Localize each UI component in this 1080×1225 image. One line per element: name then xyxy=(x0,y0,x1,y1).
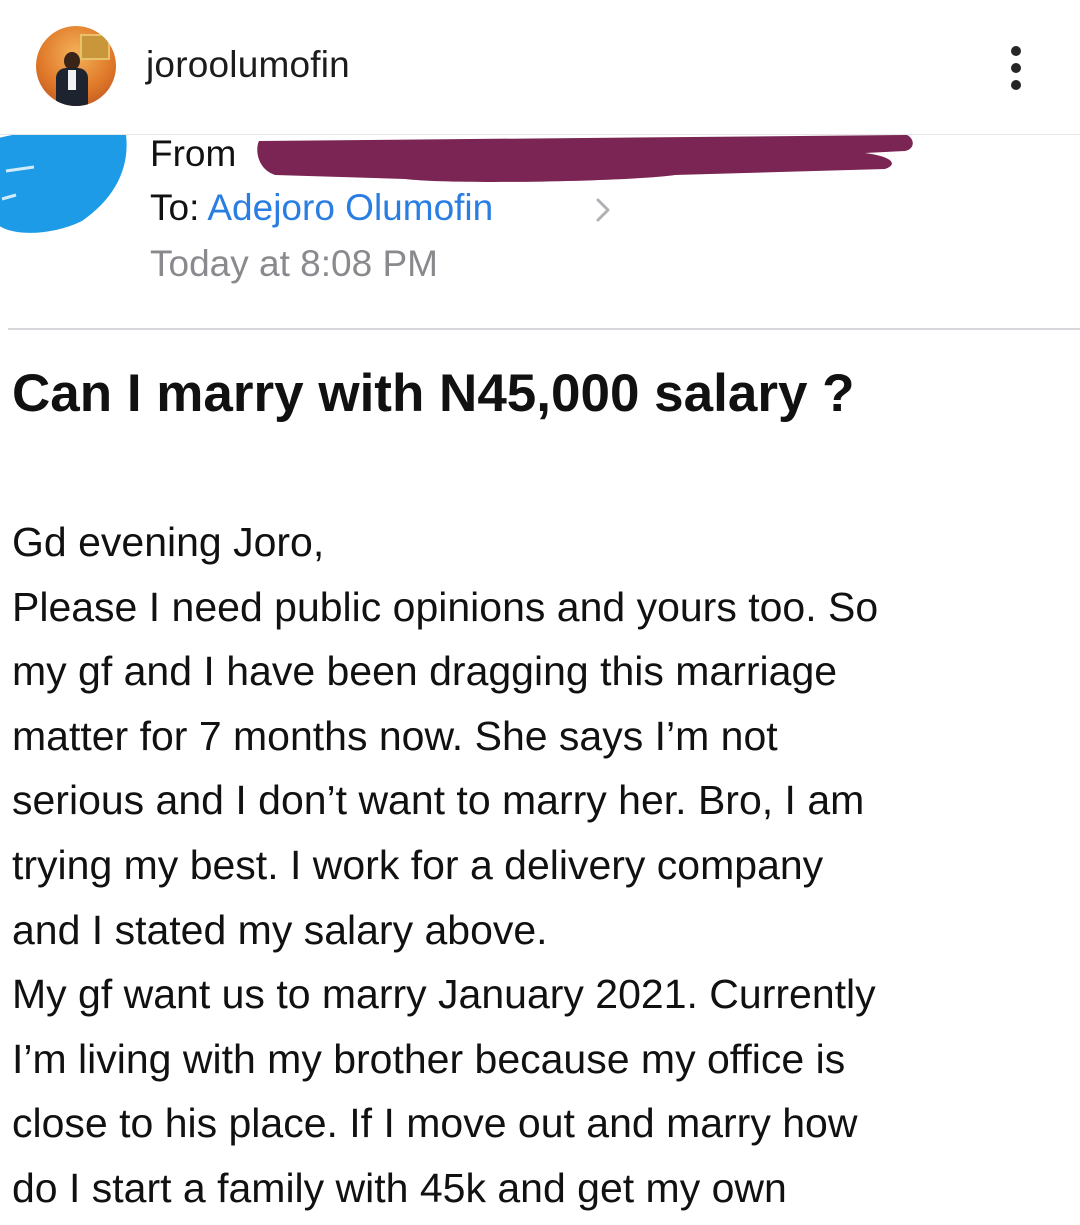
header-divider xyxy=(8,328,1080,330)
to-label: To: xyxy=(150,187,200,228)
username-link[interactable]: joroolumofin xyxy=(146,44,350,86)
body-line: my gf and I have been dragging this marr… xyxy=(12,648,838,695)
recipient-name-link[interactable]: Adejoro Olumofin xyxy=(207,187,493,228)
blue-scribble-redaction xyxy=(0,135,127,233)
body-line: Gd evening Joro, xyxy=(12,519,325,565)
post-header: joroolumofin xyxy=(0,0,1080,135)
avatar-person-shirt xyxy=(68,70,76,90)
chevron-right-icon[interactable] xyxy=(592,195,614,225)
email-screenshot: From To: Adejoro Olumofin Today at 8:08 P… xyxy=(0,135,1080,1225)
avatar[interactable] xyxy=(36,26,116,106)
body-line: I’m living with my brother because my of… xyxy=(12,1035,846,1082)
email-date: Today at 8:08 PM xyxy=(150,243,438,284)
body-line: and I stated my salary above. xyxy=(12,906,548,953)
more-vertical-icon xyxy=(1011,46,1021,56)
email-subject: Can I marry with N45,000 salary ? xyxy=(12,364,855,423)
body-line: trying my best. I work for a delivery co… xyxy=(12,841,824,888)
more-options-button[interactable] xyxy=(996,40,1036,96)
body-line: do I start a family with 45k and get my … xyxy=(12,1164,787,1211)
body-line: My gf want us to marry January 2021. Cur… xyxy=(12,971,876,1018)
avatar-background-frame xyxy=(80,34,110,60)
body-line: Please I need public opinions and yours … xyxy=(12,583,879,630)
email-body: Gd evening Joro, Please I need public op… xyxy=(12,510,1072,1221)
body-line: close to his place. If I move out and ma… xyxy=(12,1100,858,1147)
body-line: serious and I don’t want to marry her. B… xyxy=(12,777,865,824)
body-line: matter for 7 months now. She says I’m no… xyxy=(12,712,778,759)
purple-scribble-redaction xyxy=(257,135,913,182)
more-vertical-icon-dot xyxy=(1011,63,1021,73)
from-label: From xyxy=(150,135,237,174)
more-vertical-icon-dot xyxy=(1011,80,1021,90)
to-row: To: Adejoro Olumofin xyxy=(150,187,610,229)
